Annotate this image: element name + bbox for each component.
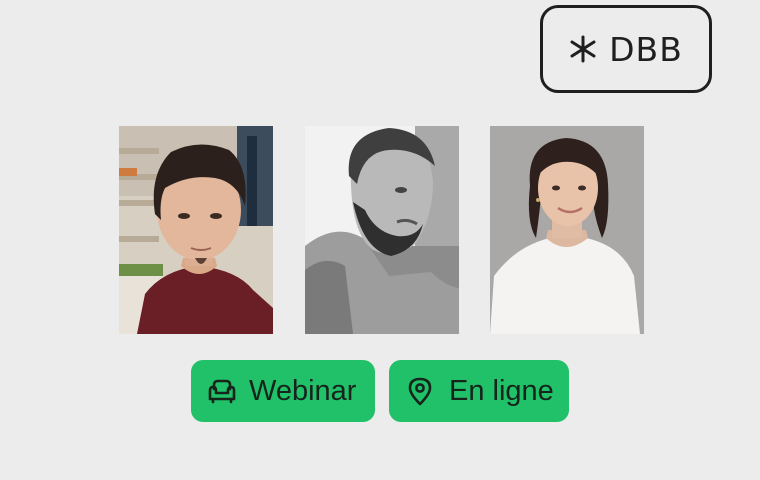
location-tag[interactable]: En ligne xyxy=(389,360,569,422)
asterisk-icon xyxy=(570,35,596,63)
brand-name: DBB xyxy=(609,29,683,69)
speaker-photo-2 xyxy=(305,126,459,334)
brand-logo: DBB xyxy=(540,5,712,93)
speaker-photo-1 xyxy=(119,126,273,334)
webinar-label: Webinar xyxy=(249,374,357,407)
map-pin-icon xyxy=(408,377,432,406)
armchair-icon xyxy=(208,379,236,404)
webinar-tag[interactable]: Webinar xyxy=(191,360,375,422)
location-label: En ligne xyxy=(449,374,554,407)
speaker-photo-3 xyxy=(490,126,644,334)
